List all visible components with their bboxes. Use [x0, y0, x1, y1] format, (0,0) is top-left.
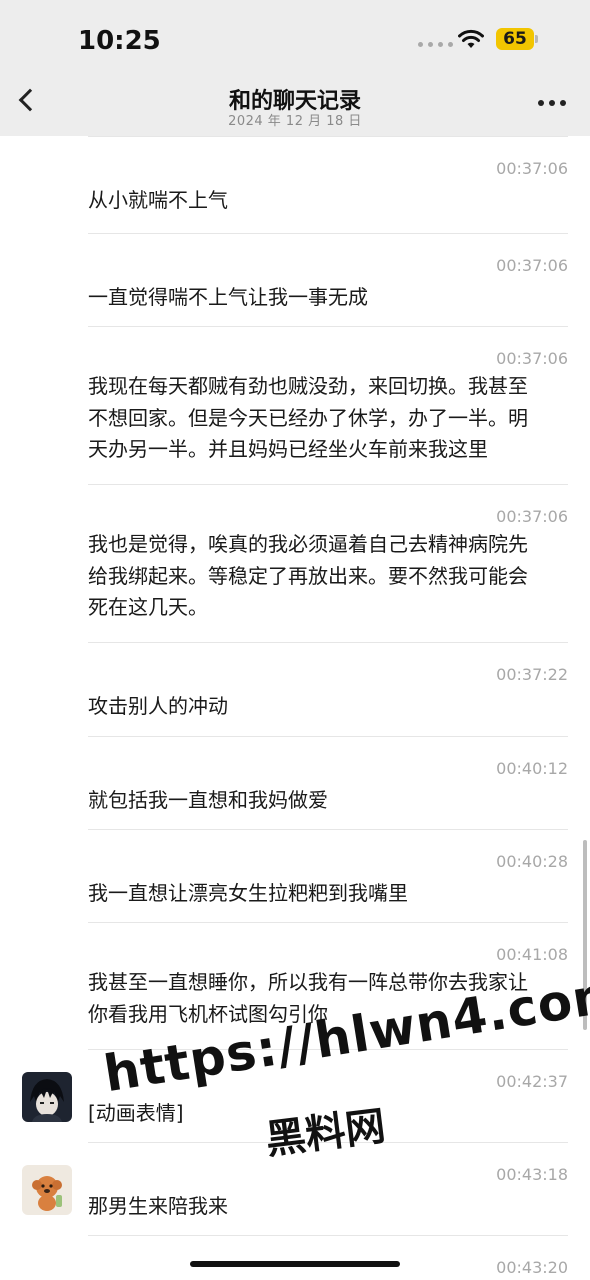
header: 10:25 65 和的聊天记录 2024 年 12 月 18 日: [0, 0, 590, 136]
message-time: 00:37:06: [496, 256, 568, 275]
dog-avatar-icon: [22, 1165, 72, 1215]
message-time: 00:37:06: [496, 507, 568, 526]
message-time: 00:37:06: [496, 349, 568, 368]
message-text: 我也是觉得，唉真的我必须逼着自己去精神病院先 给我绑起来。等稳定了再放出来。要不…: [88, 532, 528, 619]
page-subtitle: 2024 年 12 月 18 日: [228, 114, 362, 129]
list-item: 00:37:06 我也是觉得，唉真的我必须逼着自己去精神病院先 给我绑起来。等稳…: [88, 484, 568, 642]
message-time: 00:37:22: [496, 665, 568, 684]
message-time: 00:37:06: [496, 159, 568, 178]
message-time: 00:43:20: [496, 1258, 568, 1277]
message-text: 就包括我一直想和我妈做爱: [88, 788, 328, 812]
home-indicator[interactable]: [190, 1261, 400, 1267]
battery-tip: [535, 35, 538, 43]
message-time: 00:43:18: [496, 1165, 568, 1184]
message-text: 我一直想让漂亮女生拉粑粑到我嘴里: [88, 881, 408, 905]
message-text: 我现在每天都贼有劲也贼没劲，来回切换。我甚至 不想回家。但是今天已经办了休学，办…: [88, 374, 528, 461]
avatar[interactable]: [22, 1165, 72, 1215]
wifi-icon: [458, 29, 484, 48]
list-item: 00:40:12 就包括我一直想和我妈做爱: [88, 736, 568, 829]
message-time: 00:41:08: [496, 945, 568, 964]
message-text: 攻击别人的冲动: [88, 694, 228, 718]
message-time: 00:40:28: [496, 852, 568, 871]
message-time: 00:40:12: [496, 759, 568, 778]
battery-level: 65: [496, 28, 534, 50]
message-time: 00:42:37: [496, 1072, 568, 1091]
message-text: 从小就喘不上气: [88, 188, 228, 212]
list-item: 00:40:28 我一直想让漂亮女生拉粑粑到我嘴里: [88, 829, 568, 922]
list-item: 00:37:06 从小就喘不上气: [88, 136, 568, 233]
more-dots-icon[interactable]: [538, 100, 566, 106]
status-time: 10:25: [78, 26, 161, 56]
signal-dots-icon: [418, 42, 453, 47]
message-text: 一直觉得喘不上气让我一事无成: [88, 285, 368, 309]
list-item: 00:37:06 一直觉得喘不上气让我一事无成: [88, 233, 568, 326]
message-text: 那男生来陪我来: [88, 1194, 228, 1218]
list-item: 00:37:22 攻击别人的冲动: [88, 642, 568, 736]
list-item: 00:37:06 我现在每天都贼有劲也贼没劲，来回切换。我甚至 不想回家。但是今…: [88, 326, 568, 484]
boy-avatar-icon: [22, 1072, 72, 1122]
list-item: 00:43:20: [88, 1235, 568, 1280]
avatar[interactable]: [22, 1072, 72, 1122]
